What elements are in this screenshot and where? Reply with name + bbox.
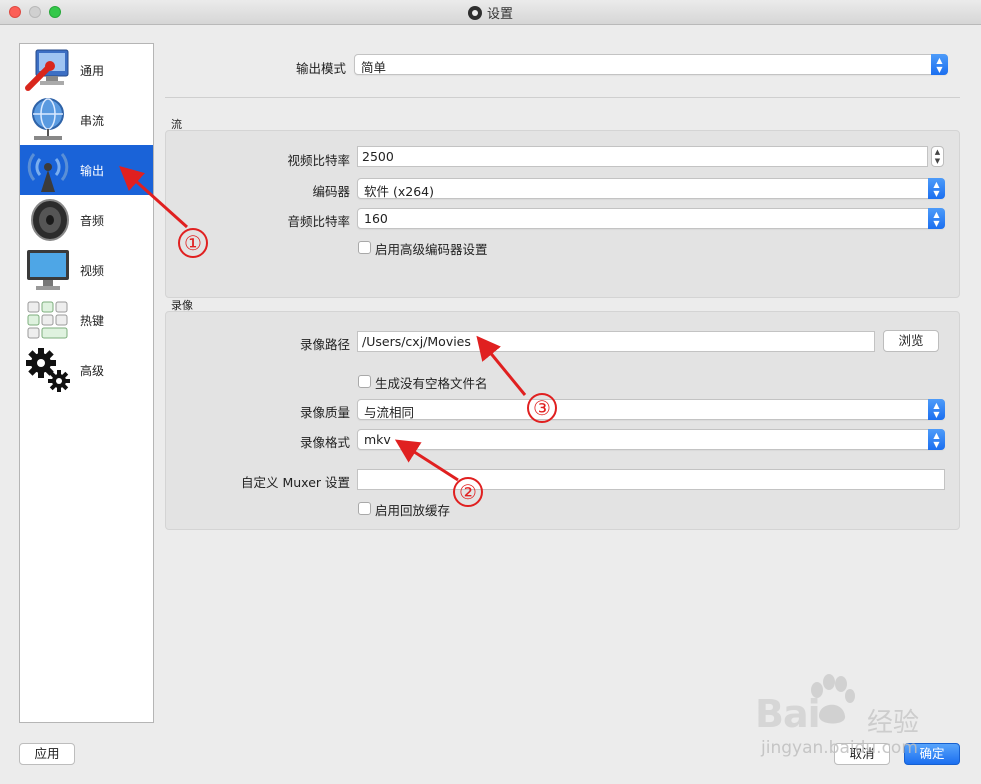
watermark-cn: 经验 xyxy=(867,708,920,738)
watermark-brand: Bai xyxy=(755,692,821,736)
advanced-encoder-label: 启用高级编码器设置 xyxy=(375,242,488,257)
chevron-updown-icon: ▲ ▼ xyxy=(928,208,945,229)
keyboard-icon xyxy=(24,296,72,344)
recording-format-label: 录像格式 xyxy=(299,435,350,450)
encoder-label: 编码器 xyxy=(312,184,350,199)
recording-path-label: 录像路径 xyxy=(299,337,350,352)
annotation-number-3: ③ xyxy=(527,393,557,423)
replay-buffer-checkbox[interactable] xyxy=(358,502,371,515)
chevron-updown-icon: ▲ ▼ xyxy=(931,54,948,75)
sidebar-item-label: 视频 xyxy=(80,263,105,278)
sidebar-item-advanced[interactable]: 高级 xyxy=(20,345,153,395)
sidebar-item-label: 通用 xyxy=(80,63,105,78)
output-mode-select[interactable]: 简单 ▲ ▼ xyxy=(354,54,948,75)
globe-network-icon xyxy=(24,96,72,144)
apply-button[interactable]: 应用 xyxy=(19,743,75,765)
video-bitrate-value: 2500 xyxy=(362,149,394,164)
audio-bitrate-label: 音频比特率 xyxy=(287,214,350,229)
advanced-encoder-checkbox[interactable] xyxy=(358,241,371,254)
recording-quality-select[interactable]: 与流相同 ▲ ▼ xyxy=(357,399,945,420)
settings-sidebar: 通用 串流 输出 音频 视频 热键 高级 xyxy=(19,43,154,723)
sidebar-item-label: 音频 xyxy=(80,213,105,228)
audio-bitrate-value: 160 xyxy=(364,211,388,226)
video-bitrate-label: 视频比特率 xyxy=(287,153,350,168)
broadcast-antenna-icon xyxy=(24,146,72,194)
watermark-url: jingyan.baidu.com xyxy=(761,738,918,758)
sidebar-item-label: 串流 xyxy=(80,113,105,128)
wrench-monitor-icon xyxy=(24,46,72,94)
baidu-jingyan-watermark: Bai 经验 jingyan.baidu.com xyxy=(755,674,955,758)
output-mode-label: 输出模式 xyxy=(295,61,346,76)
recording-format-value: mkv xyxy=(364,432,391,447)
video-bitrate-stepper[interactable]: ▲ ▼ xyxy=(931,146,944,167)
recording-path-input[interactable]: /Users/cxj/Movies xyxy=(357,331,875,352)
sidebar-item-audio[interactable]: 音频 xyxy=(20,195,153,245)
gears-icon xyxy=(24,346,72,394)
sidebar-item-label: 热键 xyxy=(80,313,105,328)
window-title: 设置 xyxy=(486,7,513,22)
recording-quality-label: 录像质量 xyxy=(299,405,350,420)
chevron-updown-icon: ▲ ▼ xyxy=(928,399,945,420)
obs-logo-icon xyxy=(467,5,482,20)
chevron-updown-icon: ▲ ▼ xyxy=(928,178,945,199)
window-title-group: 设置 xyxy=(0,0,981,25)
annotation-number-2: ② xyxy=(453,477,483,507)
sidebar-item-video[interactable]: 视频 xyxy=(20,245,153,295)
encoder-select[interactable]: 软件 (x264) ▲ ▼ xyxy=(357,178,945,199)
divider xyxy=(165,97,960,98)
sidebar-item-stream[interactable]: 串流 xyxy=(20,95,153,145)
no-space-filename-checkbox[interactable] xyxy=(358,375,371,388)
speaker-icon xyxy=(24,196,72,244)
audio-bitrate-select[interactable]: 160 ▲ ▼ xyxy=(357,208,945,229)
browse-button[interactable]: 浏览 xyxy=(883,330,939,352)
sidebar-item-hotkeys[interactable]: 热键 xyxy=(20,295,153,345)
encoder-value: 软件 (x264) xyxy=(364,184,434,199)
recording-path-value: /Users/cxj/Movies xyxy=(362,334,471,349)
muxer-settings-label: 自定义 Muxer 设置 xyxy=(241,475,350,490)
sidebar-item-output[interactable]: 输出 xyxy=(20,145,153,195)
muxer-settings-input[interactable] xyxy=(357,469,945,490)
sidebar-item-label: 高级 xyxy=(80,363,105,378)
no-space-filename-label: 生成没有空格文件名 xyxy=(375,376,488,391)
sidebar-item-general[interactable]: 通用 xyxy=(20,45,153,95)
title-bar: 设置 xyxy=(0,0,981,25)
sidebar-item-label: 输出 xyxy=(80,163,105,178)
chevron-updown-icon: ▲ ▼ xyxy=(928,429,945,450)
recording-format-select[interactable]: mkv ▲ ▼ xyxy=(357,429,945,450)
output-mode-value: 简单 xyxy=(361,60,387,75)
annotation-number-1: ① xyxy=(178,228,208,258)
recording-quality-value: 与流相同 xyxy=(364,405,415,420)
replay-buffer-label: 启用回放缓存 xyxy=(375,503,451,518)
monitor-icon xyxy=(24,246,72,294)
video-bitrate-input[interactable]: 2500 xyxy=(357,146,928,167)
